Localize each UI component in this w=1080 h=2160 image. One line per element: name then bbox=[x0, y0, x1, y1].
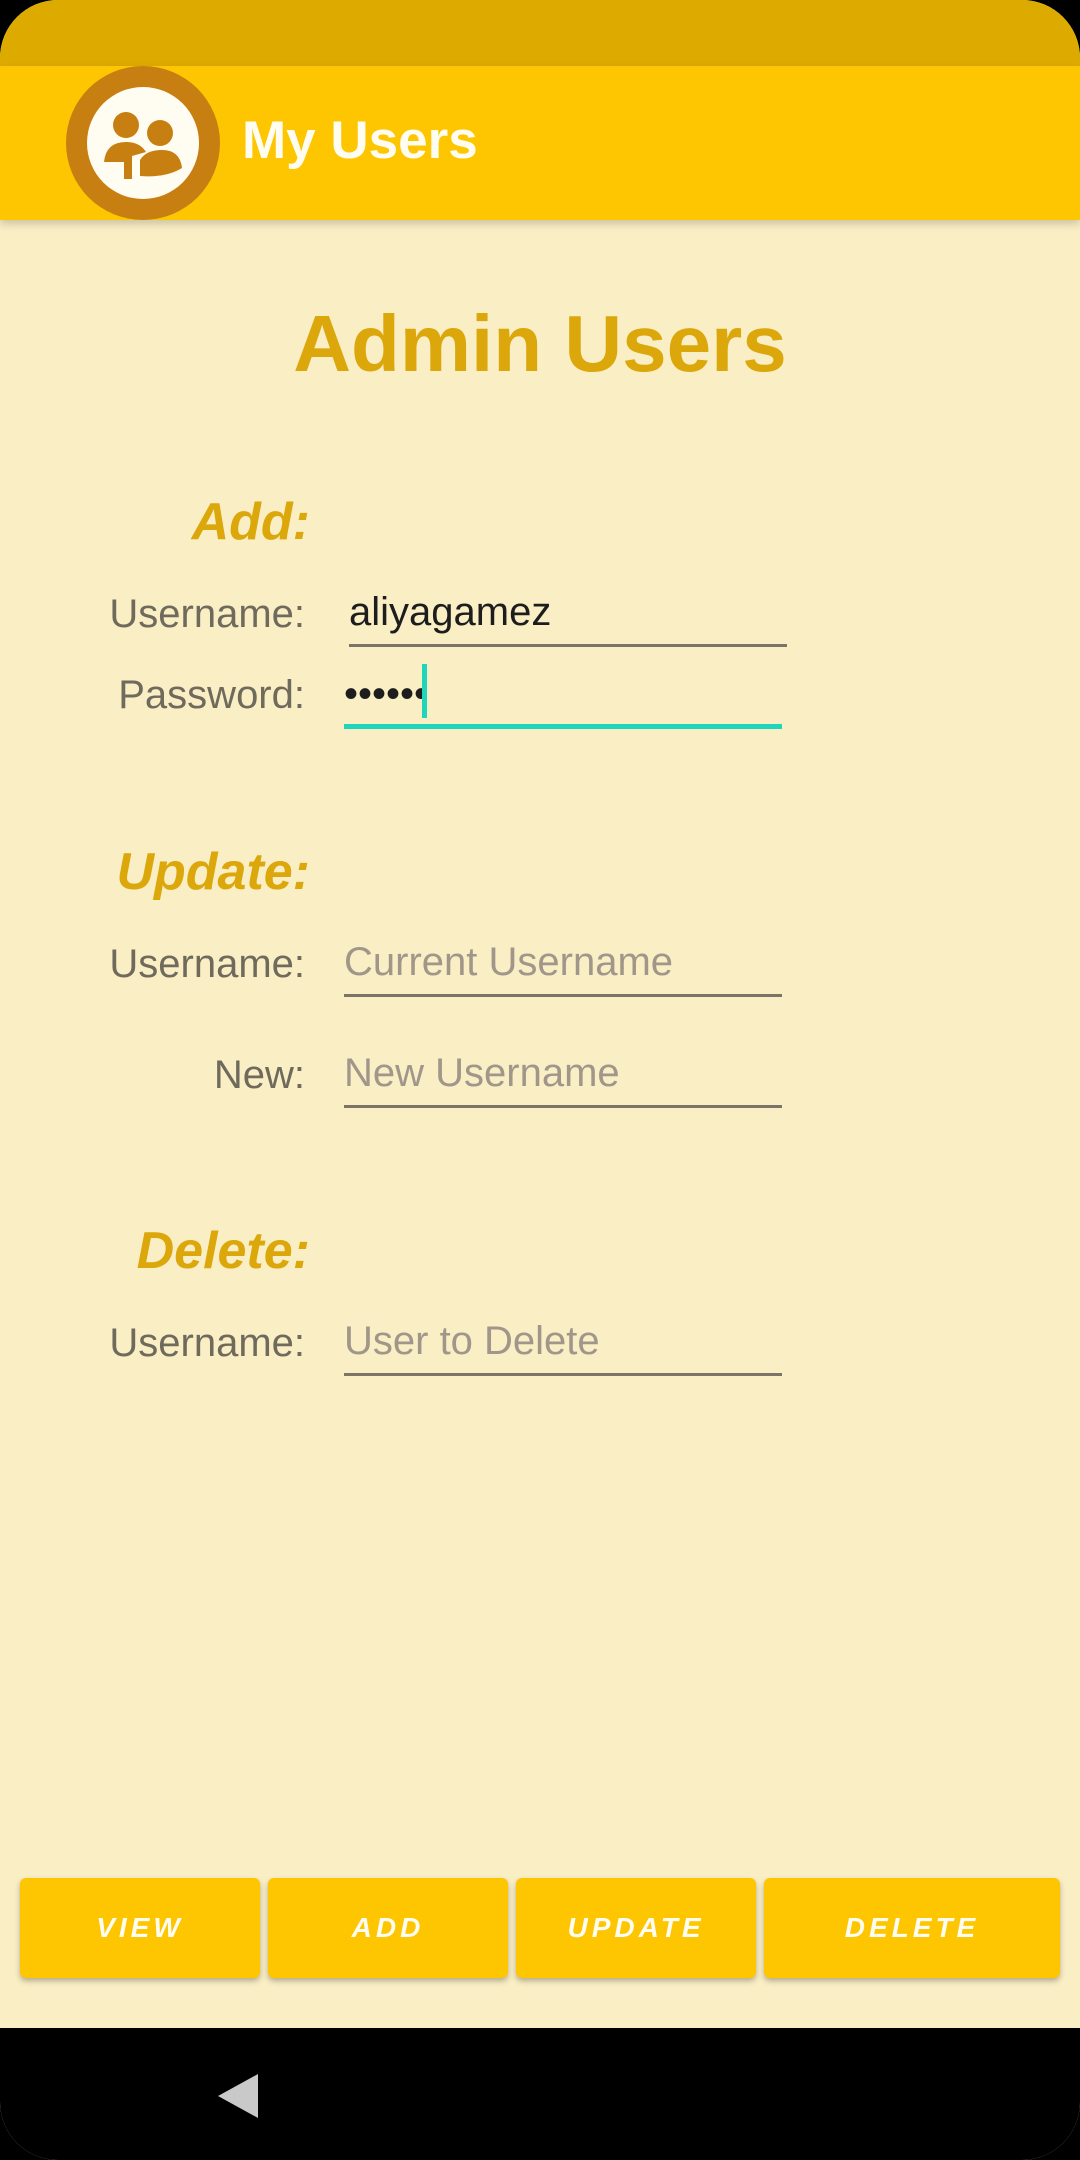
add-password-value: •••••• bbox=[344, 672, 429, 716]
add-password-label: Password: bbox=[118, 673, 305, 717]
update-new-username-placeholder: New Username bbox=[344, 1051, 620, 1095]
app-bar: My Users bbox=[0, 66, 1080, 220]
view-button[interactable]: VIEW bbox=[20, 1878, 260, 1978]
add-username-value: aliyagamez bbox=[349, 590, 552, 634]
text-cursor bbox=[422, 664, 427, 718]
screen: My Users Admin Users Add: Username: aliy… bbox=[0, 0, 1080, 2160]
system-nav-bar bbox=[0, 2028, 1080, 2160]
back-triangle-icon[interactable] bbox=[216, 2072, 260, 2120]
app-title: My Users bbox=[242, 111, 478, 170]
add-section-heading: Add: bbox=[191, 493, 310, 551]
delete-username-field[interactable]: User to Delete bbox=[344, 1313, 782, 1376]
update-current-username-placeholder: Current Username bbox=[344, 940, 674, 984]
delete-button[interactable]: DELETE bbox=[764, 1878, 1060, 1978]
delete-username-placeholder: User to Delete bbox=[344, 1319, 600, 1363]
users-group-icon bbox=[66, 66, 220, 220]
status-bar bbox=[0, 0, 1080, 66]
add-username-field[interactable]: aliyagamez bbox=[349, 584, 787, 647]
add-password-field[interactable]: •••••• bbox=[344, 664, 782, 729]
delete-section-heading: Delete: bbox=[136, 1222, 310, 1280]
delete-username-label: Username: bbox=[109, 1321, 305, 1365]
update-new-label: New: bbox=[213, 1053, 305, 1097]
update-section-heading: Update: bbox=[116, 843, 310, 901]
page-title: Admin Users bbox=[293, 299, 787, 388]
add-button[interactable]: ADD bbox=[268, 1878, 508, 1978]
update-button[interactable]: UPDATE bbox=[516, 1878, 756, 1978]
update-username-label: Username: bbox=[109, 942, 305, 986]
add-username-label: Username: bbox=[109, 592, 305, 636]
update-current-username-field[interactable]: Current Username bbox=[344, 934, 782, 997]
update-new-username-field[interactable]: New Username bbox=[344, 1045, 782, 1108]
